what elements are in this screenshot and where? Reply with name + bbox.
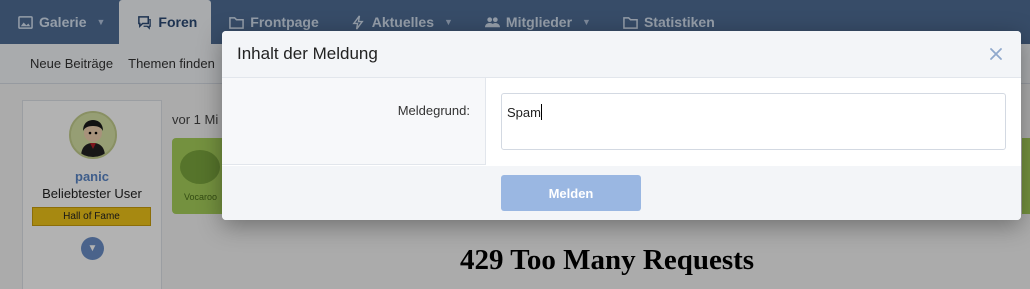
report-reason-value: Spam [507, 105, 541, 120]
dialog-body: Meldegrund: Spam [222, 78, 1021, 165]
dialog-header: Inhalt der Meldung [222, 31, 1021, 78]
report-reason-label: Meldegrund: [397, 103, 470, 118]
dialog-footer: Melden [222, 166, 1021, 220]
report-reason-input[interactable]: Spam [501, 93, 1006, 150]
field-label-column: Meldegrund: [222, 78, 485, 165]
field-input-column: Spam [486, 78, 1021, 165]
report-dialog: Inhalt der Meldung Meldegrund: Spam Meld… [222, 31, 1021, 220]
text-caret [540, 104, 542, 120]
dialog-title: Inhalt der Meldung [237, 44, 378, 63]
report-submit-button[interactable]: Melden [501, 175, 641, 211]
close-icon[interactable] [985, 43, 1007, 65]
